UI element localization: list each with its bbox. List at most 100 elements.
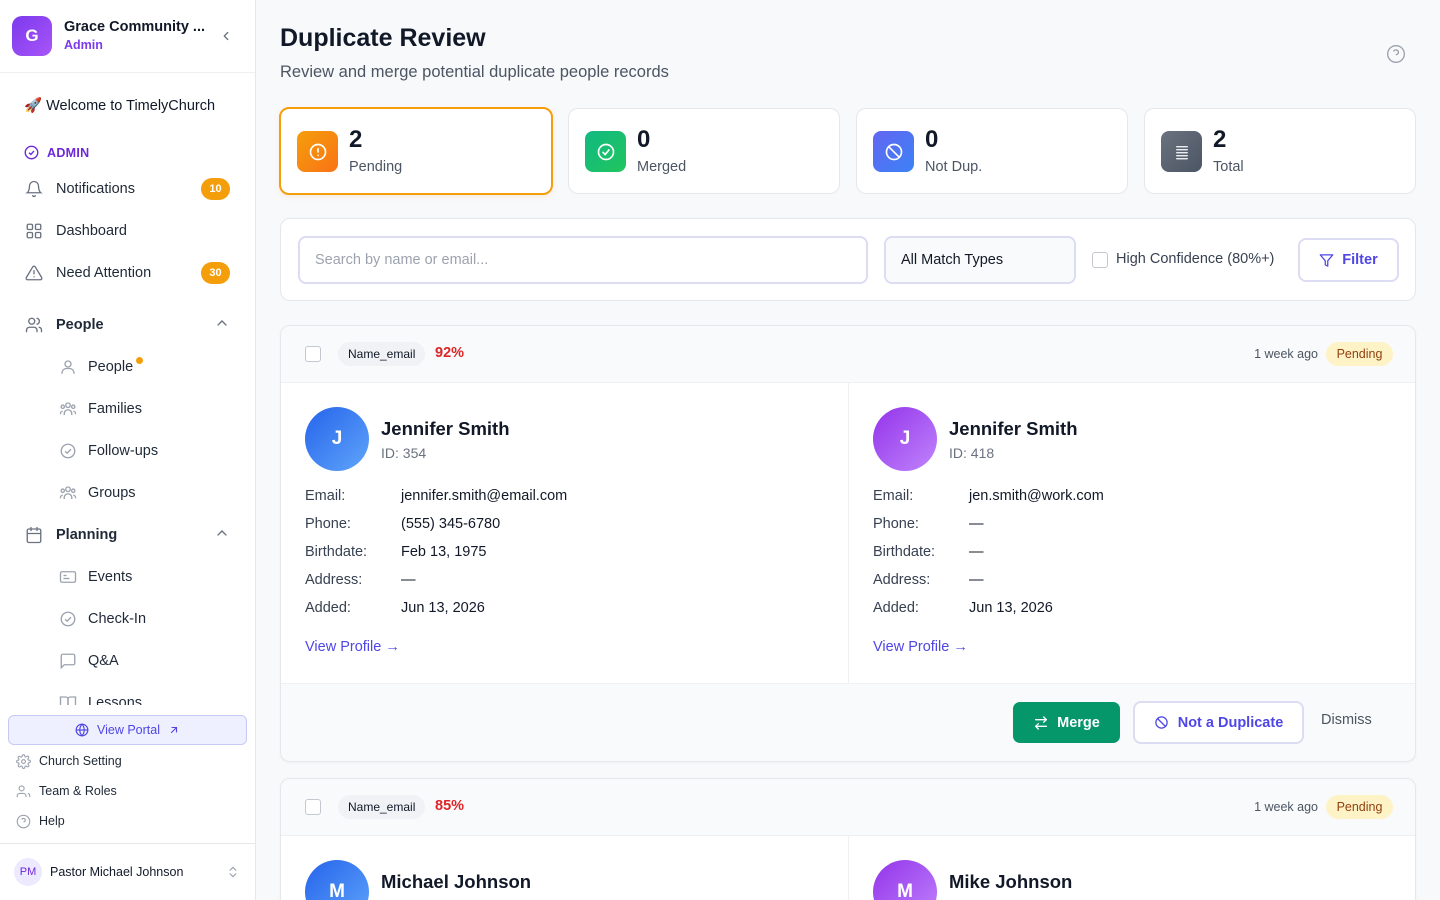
help-link[interactable]: Help [16, 811, 65, 831]
match-type-chip: Name_email [338, 342, 426, 366]
external-link-icon [170, 726, 178, 734]
family-icon [58, 399, 78, 419]
sidebar-item-people[interactable]: People [58, 351, 232, 383]
view-portal-button[interactable]: View Portal [8, 715, 247, 745]
church-setting-link[interactable]: Church Setting [16, 751, 122, 771]
sidebar-group-people[interactable]: People [24, 309, 232, 341]
book-icon [58, 693, 78, 705]
duplicate-card-actions: Merge Not a Duplicate Dismiss [281, 683, 1415, 761]
globe-icon [75, 723, 89, 737]
search-input[interactable] [298, 236, 868, 284]
help-circle-icon [16, 814, 31, 828]
stat-card-not-duplicate[interactable]: 0 Not Dup. [856, 108, 1128, 194]
record-panel-right: M Mike Johnson [848, 836, 1415, 900]
filter-bar: All Match Types High Confidence (80%+) F… [280, 218, 1416, 301]
check-circle-icon [58, 441, 78, 461]
stat-card-total[interactable]: 2 Total [1144, 108, 1416, 194]
field-label: Email: [873, 488, 914, 504]
user-menu[interactable]: PM Pastor Michael Johnson [0, 843, 255, 900]
confidence-score: 85% [435, 798, 465, 814]
sidebar-item-need-attention[interactable]: Need Attention 30 [24, 257, 232, 289]
filter-icon [1319, 253, 1334, 267]
record-panel-left: M Michael Johnson [281, 836, 848, 900]
field-label: Added: [873, 600, 919, 616]
ticket-icon [58, 567, 78, 587]
high-confidence-label[interactable]: High Confidence (80%+) [1116, 251, 1274, 267]
field-value: — [969, 572, 984, 588]
person-name: Michael Johnson [381, 871, 532, 892]
help-button[interactable] [1386, 44, 1406, 69]
sidebar-item-label: Groups [88, 485, 136, 501]
list-icon [1161, 131, 1202, 172]
not-duplicate-button[interactable]: Not a Duplicate [1133, 701, 1304, 744]
notifications-count-badge: 10 [201, 178, 230, 200]
person-id: ID: 354 [381, 445, 427, 461]
field-value: jennifer.smith@email.com [401, 488, 568, 504]
sidebar-item-events[interactable]: Events [58, 561, 232, 593]
welcome-link[interactable]: 🚀 Welcome to TimelyChurch [24, 97, 215, 114]
main-content: Duplicate Review Review and merge potent… [256, 0, 1440, 900]
sidebar-item-groups[interactable]: Groups [58, 477, 232, 509]
timestamp: 1 week ago [1254, 347, 1318, 361]
filter-button[interactable]: Filter [1298, 238, 1399, 282]
view-profile-link[interactable]: View Profile → [873, 639, 968, 655]
users-icon [16, 784, 31, 797]
status-badge: Pending [1326, 342, 1393, 366]
sidebar-nav: 🚀 Welcome to TimelyChurch ADMIN Notifica… [0, 73, 255, 705]
page-title: Duplicate Review [280, 24, 486, 52]
field-label: Added: [305, 600, 351, 616]
view-portal-label: View Portal [97, 723, 160, 737]
stat-card-merged[interactable]: 0 Merged [568, 108, 840, 194]
org-switcher[interactable]: G Grace Community ... Admin [0, 0, 255, 73]
confidence-score: 92% [435, 345, 465, 361]
alert-circle-icon [297, 131, 338, 172]
status-badge: Pending [1326, 795, 1393, 819]
sidebar-item-lessons[interactable]: Lessons [58, 687, 232, 705]
ban-icon [1154, 716, 1168, 729]
field-value: — [969, 544, 984, 560]
sidebar-item-check-in[interactable]: Check-In [58, 603, 232, 635]
avatar: M [305, 860, 369, 900]
high-confidence-checkbox[interactable] [1092, 252, 1108, 268]
sidebar-item-qa[interactable]: Q&A [58, 645, 232, 677]
check-circle-icon [24, 145, 39, 160]
match-type-chip: Name_email [338, 795, 426, 819]
team-roles-link[interactable]: Team & Roles [16, 781, 117, 801]
merge-button[interactable]: Merge [1013, 702, 1120, 743]
sidebar-item-label: Q&A [88, 653, 119, 669]
sidebar-item-notifications[interactable]: Notifications 10 [24, 173, 232, 205]
ban-icon [873, 131, 914, 172]
stat-label: Merged [637, 159, 687, 175]
sidebar-item-dashboard[interactable]: Dashboard [24, 215, 232, 247]
sidebar-item-families[interactable]: Families [58, 393, 232, 425]
sidebar-group-planning[interactable]: Planning [24, 519, 232, 551]
field-label: Phone: [873, 516, 919, 532]
person-name: Mike Johnson [949, 871, 1073, 892]
grid-icon [24, 221, 44, 241]
select-checkbox[interactable] [305, 346, 321, 362]
duplicate-card-header: Name_email 85% 1 week ago Pending [281, 779, 1415, 836]
view-profile-link[interactable]: View Profile → [305, 639, 400, 655]
help-circle-icon [1387, 45, 1405, 63]
gear-icon [16, 753, 31, 769]
chevron-up-icon [217, 320, 227, 326]
bell-icon [24, 179, 44, 199]
stat-label: Pending [349, 159, 403, 175]
users-icon [24, 315, 44, 335]
stat-card-pending[interactable]: 2 Pending [279, 107, 553, 195]
field-label: Address: [305, 572, 363, 588]
groups-icon [58, 483, 78, 503]
dismiss-button[interactable]: Dismiss [1321, 712, 1372, 728]
field-value: Jun 13, 2026 [969, 600, 1053, 616]
calendar-icon [24, 525, 44, 545]
sidebar-item-label: Need Attention [56, 265, 152, 281]
collapse-sidebar-button[interactable] [216, 26, 236, 46]
match-type-select[interactable]: All Match Types [884, 236, 1076, 284]
avatar: PM [14, 858, 42, 886]
select-checkbox[interactable] [305, 799, 321, 815]
duplicate-card: Name_email 85% 1 week ago Pending M Mich… [280, 778, 1416, 900]
sidebar-item-label: Lessons [88, 695, 143, 705]
sidebar-item-follow-ups[interactable]: Follow-ups [58, 435, 232, 467]
church-setting-label: Church Setting [39, 754, 122, 768]
field-label: Birthdate: [305, 544, 368, 560]
